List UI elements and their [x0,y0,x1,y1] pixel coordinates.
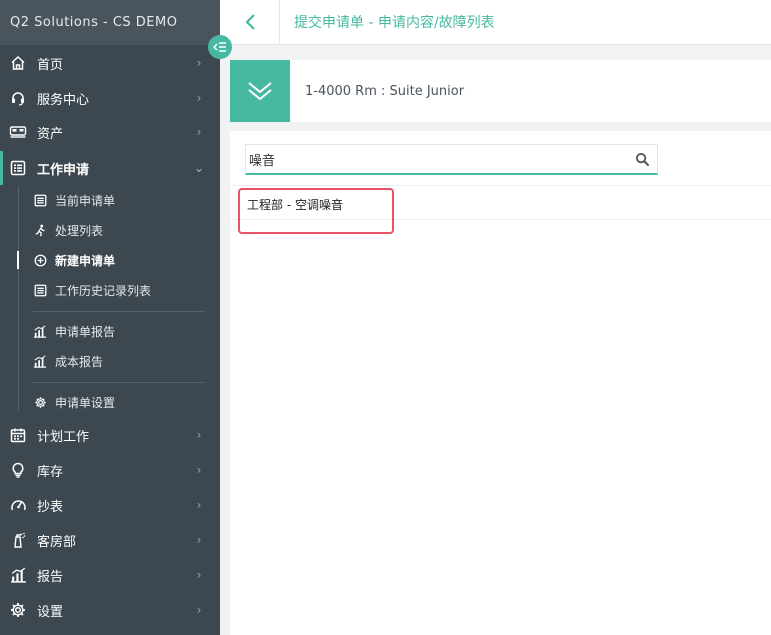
sidebar-subitem-current-requests[interactable]: 当前申请单 [0,186,220,214]
chevron-right-icon: › [196,428,202,442]
request-content-panel: 工程部 - 空调噪音 [230,131,771,635]
sidebar-item-work-requests[interactable]: 工作申请 ⌄ [0,151,220,185]
list-icon [33,193,47,207]
home-icon [9,54,27,72]
chevron-left-icon [244,14,255,30]
active-indicator [0,151,3,185]
headset-icon [9,89,27,107]
list-icon [9,159,27,177]
sidebar-subitem-request-settings[interactable]: 申请单设置 [0,388,220,416]
search-icon[interactable] [627,152,657,167]
collapse-menu-icon [213,42,226,52]
calendar-icon [9,426,27,444]
sidebar-subitem-new-request[interactable]: 新建申请单 [0,246,220,274]
sidebar: Q2 Solutions - CS DEMO 首页 › 服务中心 › 资产 › … [0,0,220,635]
list-icon [33,283,47,297]
back-button[interactable] [220,0,280,45]
sidebar-subitem-work-history[interactable]: 工作历史记录列表 [0,276,220,304]
sidebar-item-home[interactable]: 首页 › [0,46,220,80]
chart-icon [33,354,47,368]
top-header: 提交申请单 - 申请内容/故障列表 [220,0,771,45]
sidebar-item-planned-work[interactable]: 计划工作 › [0,418,220,452]
sidebar-subitem-process-list[interactable]: 处理列表 [0,216,220,244]
chevron-right-icon: › [196,125,202,139]
submenu-divider [33,311,205,312]
gauge-icon [9,496,27,514]
asset-expand-button[interactable] [230,60,290,122]
lightbulb-icon [9,461,27,479]
asset-card: 1-4000 Rm : Suite Junior [230,60,771,122]
sidebar-item-assets[interactable]: 资产 › [0,115,220,149]
search-box [245,144,658,175]
spray-icon [9,531,27,549]
bed-icon [9,123,27,141]
chart-icon [33,324,47,338]
submenu-divider [33,382,205,383]
sidebar-subitem-cost-report[interactable]: 成本报告 [0,347,220,375]
sidebar-item-inventory[interactable]: 库存 › [0,453,220,487]
search-input[interactable] [246,151,627,167]
chevron-right-icon: › [196,603,202,617]
breadcrumb: 提交申请单 - 申请内容/故障列表 [294,15,495,31]
asset-title: 1-4000 Rm : Suite Junior [305,83,465,99]
chart-icon [9,566,27,584]
sidebar-item-settings[interactable]: 设置 › [0,593,220,627]
chevron-right-icon: › [196,498,202,512]
runner-icon [33,223,47,237]
sidebar-subitem-request-report[interactable]: 申请单报告 [0,317,220,345]
collapse-sidebar-button[interactable] [208,35,232,59]
chevron-right-icon: › [196,463,202,477]
chevron-right-icon: › [196,91,202,105]
sidebar-item-reports[interactable]: 报告 › [0,558,220,592]
search-result-label: 工程部 - 空调噪音 [247,198,343,212]
chevron-right-icon: › [196,533,202,547]
chevron-right-icon: › [196,56,202,70]
double-chevron-down-icon [248,82,272,101]
app-brand: Q2 Solutions - CS DEMO [0,0,220,45]
gear-icon [9,601,27,619]
sidebar-item-service-center[interactable]: 服务中心 › [0,81,220,115]
plus-circle-icon [33,253,47,267]
search-result-item[interactable]: 工程部 - 空调噪音 [238,188,394,234]
list-divider [230,185,771,186]
chevron-down-icon: ⌄ [193,161,205,175]
sidebar-item-meter-reading[interactable]: 抄表 › [0,488,220,522]
sidebar-item-housekeeping[interactable]: 客房部 › [0,523,220,557]
chevron-right-icon: › [196,568,202,582]
gear-icon [33,395,47,409]
